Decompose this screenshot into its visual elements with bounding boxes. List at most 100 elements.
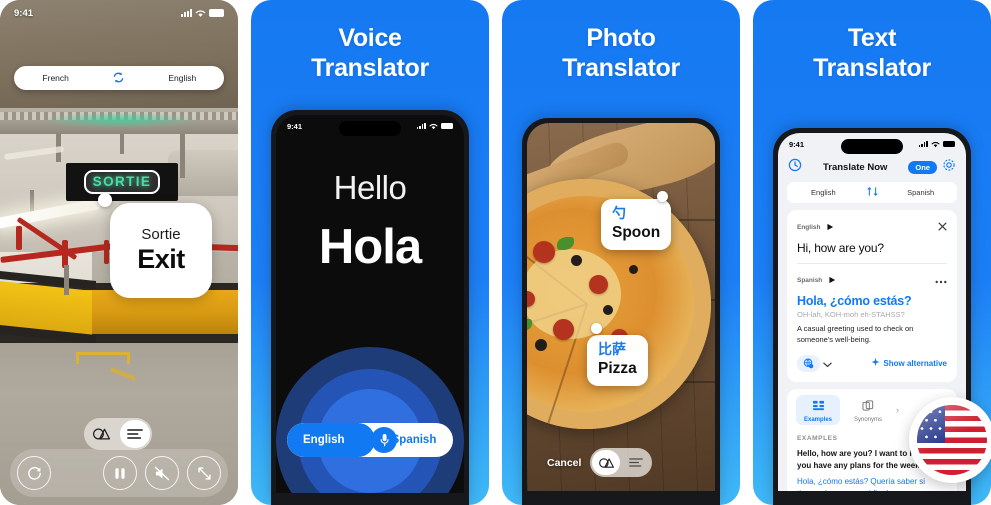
source-row-header: English — [797, 218, 947, 236]
cellular-signal-icon — [181, 9, 192, 17]
target-row-header: Spanish — [797, 271, 947, 289]
status-time: 9:41 — [789, 139, 805, 149]
screenshot-panel-photo-translator: Photo Translator 勺 Spoon 比萨 Pizza Cancel — [502, 0, 740, 505]
ar-anchor-dot — [591, 323, 602, 334]
wifi-icon — [931, 141, 940, 147]
battery-icon — [441, 123, 453, 129]
ar-anchor-dot — [98, 193, 112, 207]
ar-overlay-icon[interactable] — [86, 420, 116, 448]
voice-source-text: Hello — [333, 169, 407, 206]
status-bar: 9:41 — [778, 133, 966, 155]
source-language[interactable]: French — [24, 73, 87, 83]
rotate-reset-icon[interactable] — [17, 456, 51, 490]
app-navbar: Translate Now One — [778, 155, 966, 182]
status-bar: 9:41 — [0, 0, 238, 26]
history-clock-icon[interactable] — [788, 158, 802, 177]
swap-icon[interactable] — [848, 186, 897, 199]
red-pipe — [62, 240, 68, 268]
phone-screen: 勺 Spoon 比萨 Pizza Cancel — [527, 123, 715, 491]
status-bar: 9:41 — [276, 115, 464, 137]
pepperoni — [553, 319, 574, 340]
status-indicators — [416, 123, 453, 130]
green-glow — [40, 112, 200, 128]
mute-icon[interactable] — [145, 456, 179, 490]
target-language[interactable]: English — [151, 73, 214, 83]
status-time: 9:41 — [287, 121, 303, 131]
panel-title-line1: Voice — [338, 24, 402, 52]
mode-toggle-group[interactable] — [84, 418, 152, 450]
phone-screen: 9:41 Hello Hola English Spanish — [276, 115, 464, 493]
gear-icon[interactable] — [942, 158, 956, 177]
language-selector-bar[interactable]: French English — [14, 66, 224, 90]
play-icon[interactable] — [826, 218, 834, 236]
microphone-icon[interactable] — [371, 427, 397, 453]
hanger — [64, 265, 69, 295]
hanger — [30, 190, 34, 212]
app-store-screenshot-gallery: 9:41 French English SORTIE Sortie Exit V… — [0, 0, 991, 505]
cellular-signal-icon — [918, 141, 928, 147]
battery-icon — [943, 141, 955, 147]
phonetic-text: OH-lah, KOH-moh eh-STAHSS? — [797, 310, 905, 319]
example-spanish: Hola, ¿cómo estás? Quería saber si tiene… — [797, 476, 926, 491]
card-english-text: Spoon — [612, 223, 661, 241]
description-text: A casual greeting used to check on someo… — [797, 324, 914, 344]
olive — [535, 339, 547, 351]
voice-ripples — [276, 347, 464, 493]
floor-marking — [76, 352, 130, 364]
pepperoni — [589, 275, 608, 294]
swap-icon[interactable] — [87, 71, 150, 86]
language-selector-bar[interactable]: English Spanish — [787, 182, 957, 203]
sparkle-icon — [871, 358, 880, 369]
source-language[interactable]: English — [799, 188, 848, 197]
tab-synonyms[interactable]: Synonyms — [846, 395, 890, 425]
photo-translation-card[interactable]: 勺 Spoon — [601, 199, 672, 250]
more-dots-icon[interactable] — [935, 271, 947, 289]
expand-icon[interactable] — [187, 456, 221, 490]
tab-examples[interactable]: Examples — [796, 394, 840, 425]
ar-translation-card[interactable]: Sortie Exit — [110, 203, 212, 298]
wifi-icon — [195, 9, 206, 17]
text-list-icon[interactable] — [120, 420, 150, 448]
us-flag-badge — [909, 397, 991, 483]
show-alternative-label: Show alternative — [883, 359, 947, 369]
voice-target-text: Hola — [318, 220, 422, 274]
translate-badge-icon[interactable] — [797, 355, 820, 373]
show-alternative-button[interactable]: Show alternative — [871, 358, 947, 369]
status-indicators — [918, 141, 955, 148]
tabs-overflow-icon[interactable]: › — [896, 405, 899, 415]
mic-left-language[interactable]: English — [287, 423, 375, 457]
one-badge[interactable]: One — [908, 161, 937, 174]
panel-title-line1: Photo — [586, 24, 656, 52]
cancel-button[interactable]: Cancel — [547, 457, 581, 469]
target-text: Hola, ¿cómo estás? — [797, 294, 912, 308]
hanger — [180, 134, 185, 178]
text-list-icon[interactable] — [622, 450, 650, 475]
card-target-text: Exit — [137, 244, 185, 274]
close-icon[interactable] — [938, 218, 947, 236]
pause-icon[interactable] — [103, 456, 137, 490]
panel-title-line2: Translator — [562, 53, 680, 82]
panel-title-line1: Text — [847, 24, 897, 52]
olive — [603, 305, 613, 315]
phone-mockup: 勺 Spoon 比萨 Pizza Cancel — [522, 118, 720, 505]
synonyms-icon — [862, 400, 874, 411]
status-time: 9:41 — [14, 7, 34, 19]
wifi-icon — [429, 123, 438, 129]
sign-highlight: SORTIE — [83, 170, 161, 194]
ar-overlay-icon[interactable] — [592, 450, 620, 475]
target-language[interactable]: Spanish — [896, 188, 945, 197]
flag-circle — [917, 405, 987, 475]
mic-language-toggle[interactable]: English Spanish — [287, 423, 453, 457]
mode-toggle-group[interactable] — [590, 448, 652, 477]
divider — [797, 263, 947, 264]
source-label: English — [797, 223, 821, 231]
tab-label: Examples — [803, 416, 833, 423]
photo-translation-card[interactable]: 比萨 Pizza — [587, 335, 648, 386]
play-icon[interactable] — [828, 271, 836, 289]
chevron-down-icon[interactable] — [823, 355, 832, 373]
screenshot-panel-ar-camera: 9:41 French English SORTIE Sortie Exit — [0, 0, 238, 505]
panel-title-line2: Translator — [813, 53, 931, 82]
olive — [629, 265, 638, 274]
panel-title-line2: Translator — [311, 53, 429, 82]
card-foreign-text: 比萨 — [598, 341, 626, 357]
